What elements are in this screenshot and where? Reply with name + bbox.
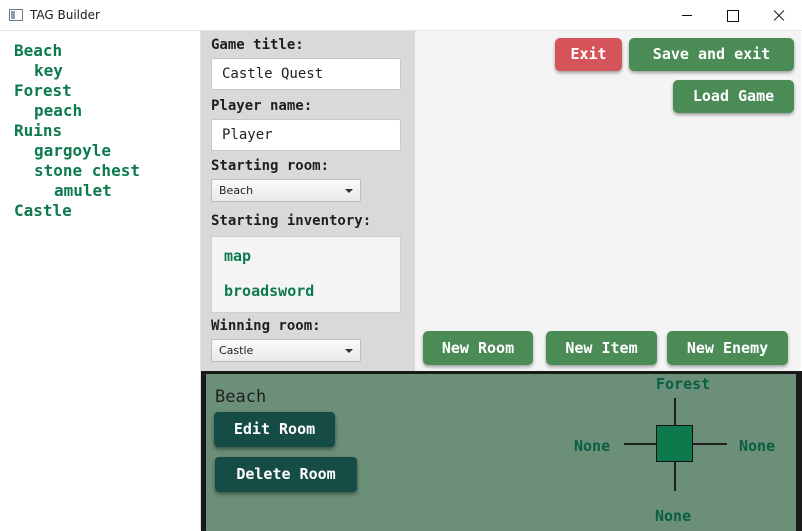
north-connector xyxy=(674,398,676,426)
west-exit-label[interactable]: None xyxy=(574,437,610,455)
starting-room-value: Beach xyxy=(219,184,254,197)
tree-item-peach[interactable]: peach xyxy=(34,101,82,120)
inventory-item-map[interactable]: map xyxy=(224,247,251,265)
chevron-down-icon xyxy=(345,349,353,353)
game-title-input[interactable] xyxy=(211,58,401,90)
winning-room-value: Castle xyxy=(219,344,254,357)
tree-item-key[interactable]: key xyxy=(34,61,63,80)
starting-room-label: Starting room: xyxy=(211,158,330,174)
starting-inventory-list[interactable]: map broadsword xyxy=(211,236,401,313)
starting-room-select[interactable]: Beach xyxy=(211,179,361,202)
game-title-label: Game title: xyxy=(211,37,304,53)
edit-room-button[interactable]: Edit Room xyxy=(214,412,335,447)
current-room-node[interactable] xyxy=(656,425,693,462)
game-settings-form: Game title: Player name: Starting room: … xyxy=(201,31,415,371)
starting-inventory-label: Starting inventory: xyxy=(211,213,372,229)
tree-item-beach[interactable]: Beach xyxy=(14,41,62,60)
tree-item-ruins[interactable]: Ruins xyxy=(14,121,62,140)
exit-button[interactable]: Exit xyxy=(555,38,622,71)
south-exit-label[interactable]: None xyxy=(655,507,691,525)
new-item-button[interactable]: New Item xyxy=(546,331,657,365)
player-name-label: Player name: xyxy=(211,98,313,114)
world-tree: Beach key Forest peach Ruins gargoyle st… xyxy=(1,31,201,530)
east-connector xyxy=(693,443,727,445)
room-panel: Beach Edit Room Delete Room Forest None … xyxy=(201,371,802,531)
window-title: TAG Builder xyxy=(30,8,100,22)
chevron-down-icon xyxy=(345,189,353,193)
player-name-input[interactable] xyxy=(211,119,401,151)
tree-item-stone-chest[interactable]: stone chest xyxy=(34,161,140,180)
maximize-icon[interactable] xyxy=(710,0,756,31)
delete-room-button[interactable]: Delete Room xyxy=(215,457,357,492)
south-connector xyxy=(674,462,676,491)
save-and-exit-button[interactable]: Save and exit xyxy=(629,38,794,71)
actions-pane: Exit Save and exit Load Game New Room Ne… xyxy=(415,31,801,371)
winning-room-label: Winning room: xyxy=(211,318,321,334)
room-details: Beach Edit Room Delete Room Forest None … xyxy=(206,374,796,531)
winning-room-select[interactable]: Castle xyxy=(211,339,361,362)
tree-item-amulet[interactable]: amulet xyxy=(54,181,112,200)
east-exit-label[interactable]: None xyxy=(739,437,775,455)
west-connector xyxy=(624,443,657,445)
close-icon[interactable] xyxy=(756,0,802,31)
room-title: Beach xyxy=(215,387,267,407)
north-exit-label[interactable]: Forest xyxy=(656,375,710,393)
tree-item-gargoyle[interactable]: gargoyle xyxy=(34,141,111,160)
inventory-item-broadsword[interactable]: broadsword xyxy=(224,282,314,300)
app-window-icon xyxy=(9,9,23,21)
load-game-button[interactable]: Load Game xyxy=(673,80,794,113)
tree-item-forest[interactable]: Forest xyxy=(14,81,72,100)
title-bar: TAG Builder xyxy=(0,0,802,31)
tree-item-castle[interactable]: Castle xyxy=(14,201,72,220)
new-room-button[interactable]: New Room xyxy=(423,331,533,365)
new-enemy-button[interactable]: New Enemy xyxy=(667,331,788,365)
minimize-icon[interactable] xyxy=(664,0,710,31)
